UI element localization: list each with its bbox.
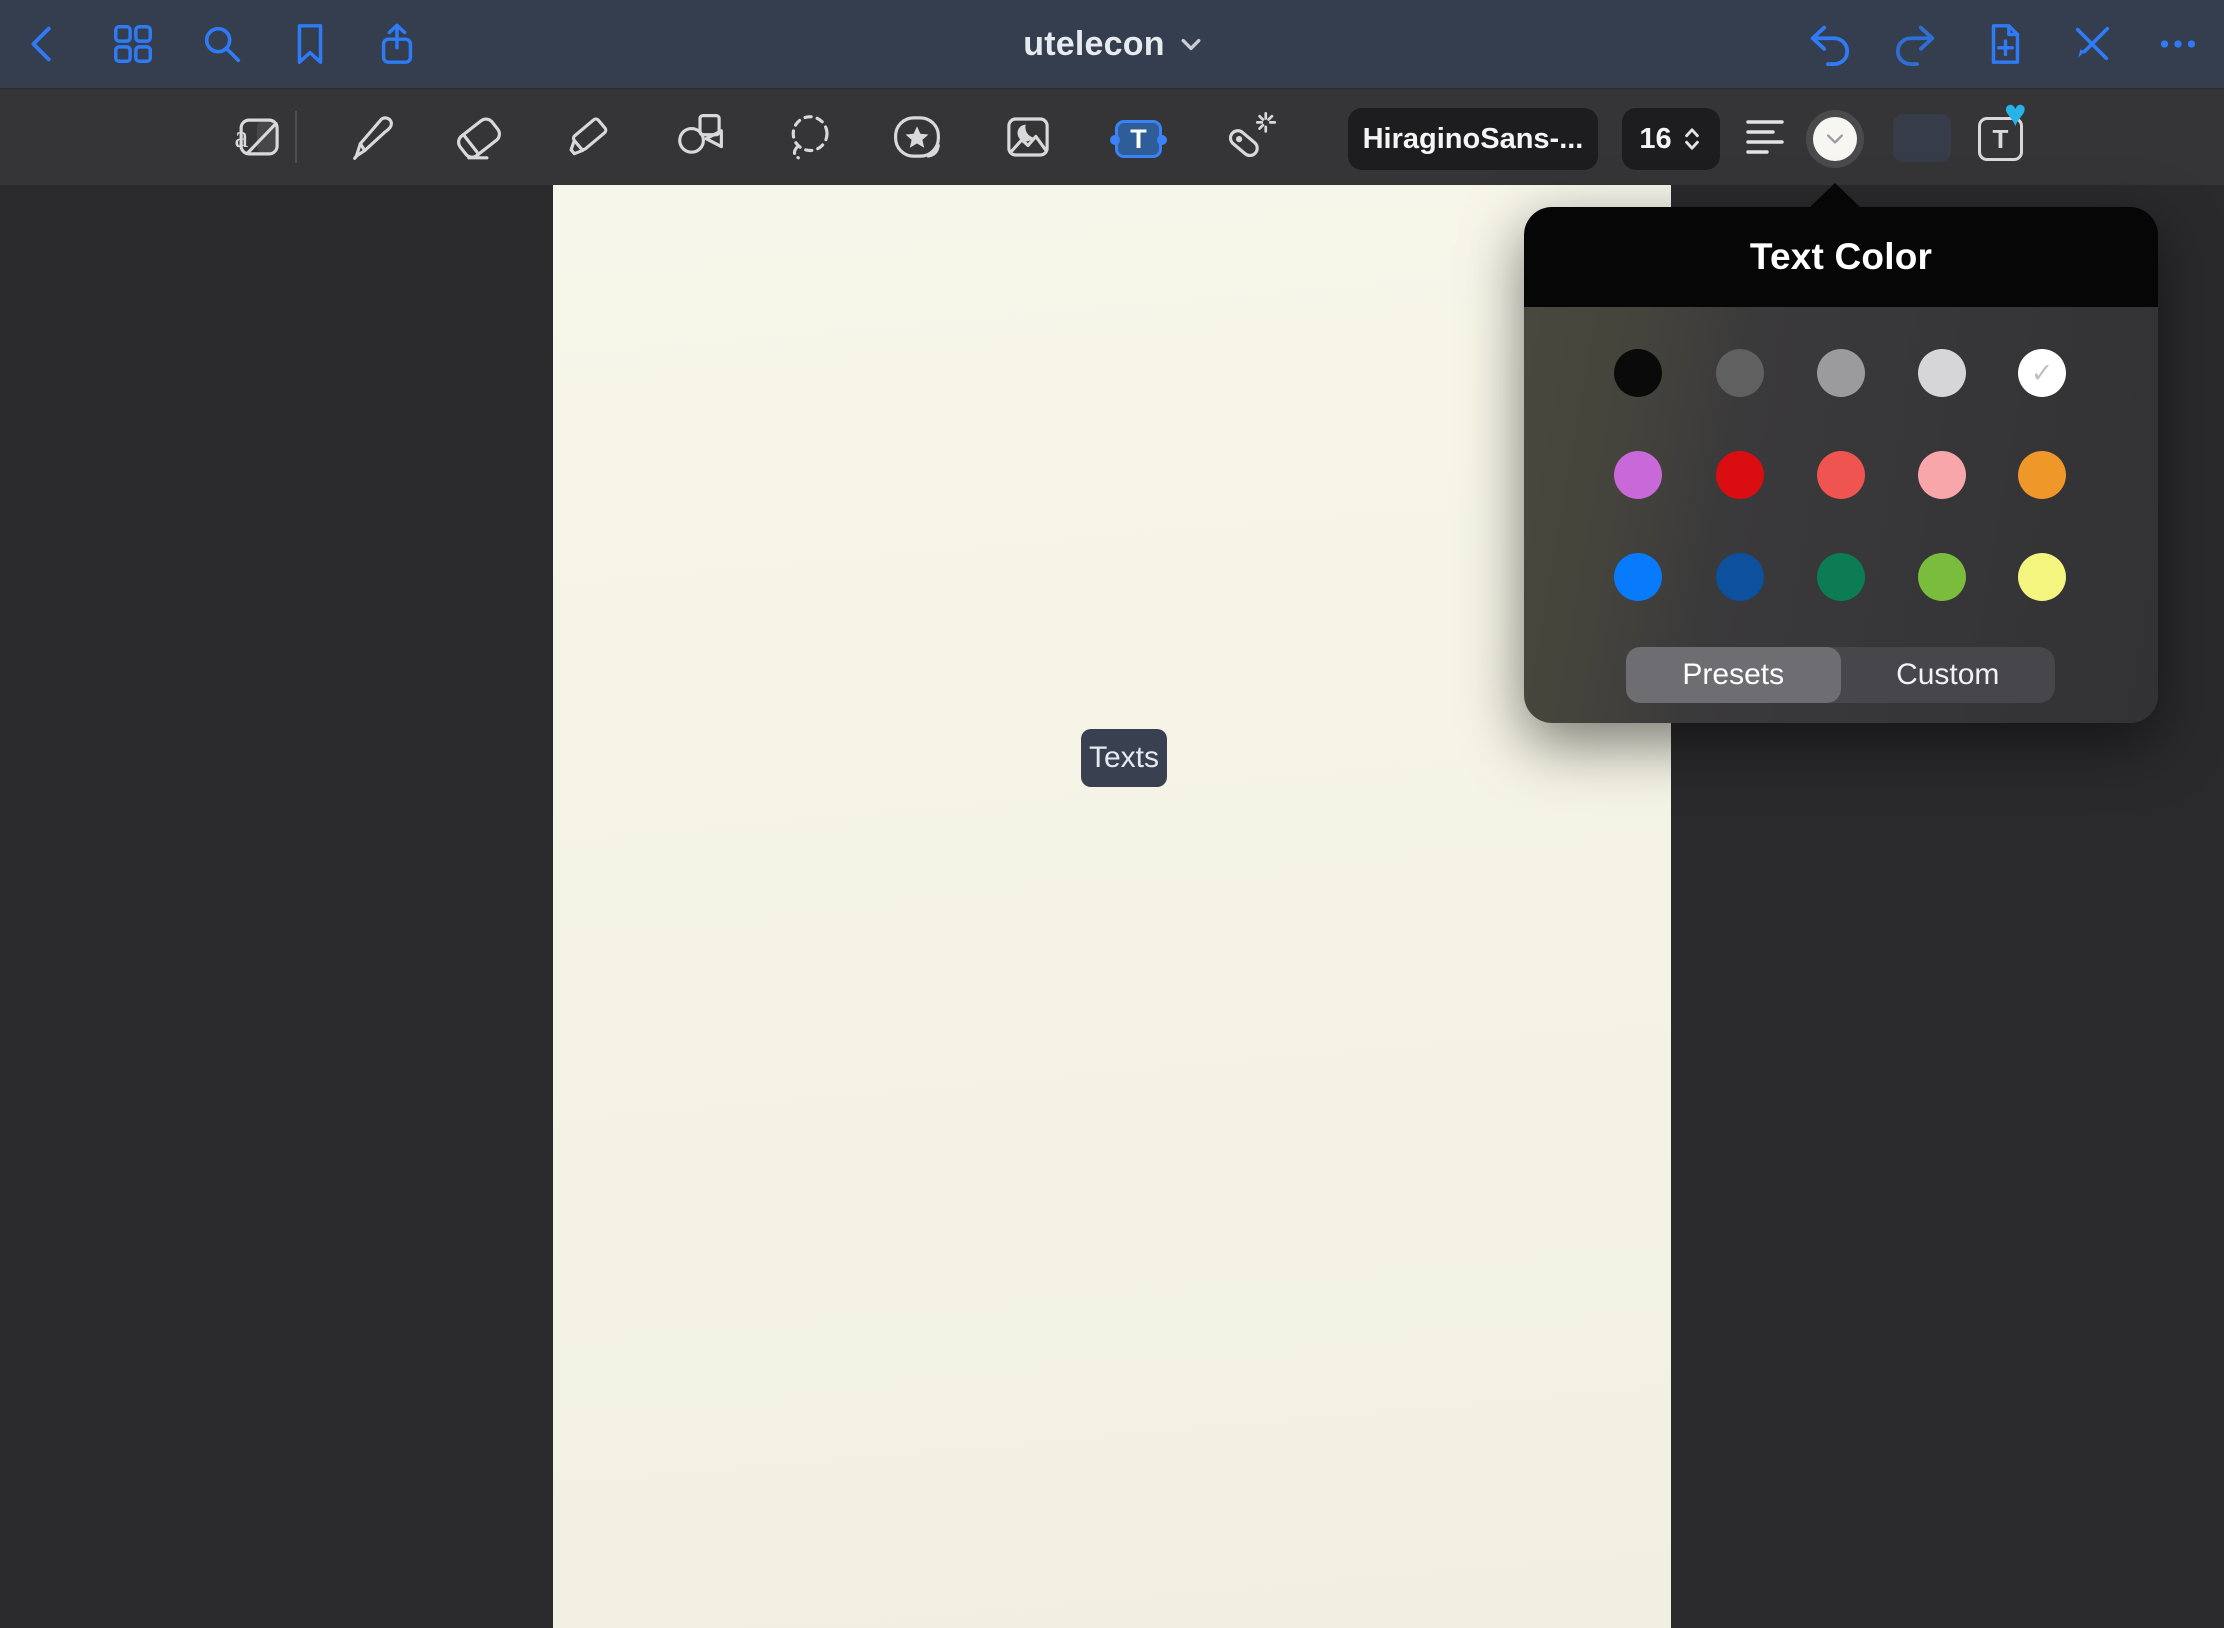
back-chevron-icon	[20, 21, 66, 67]
thumbnails-grid-icon	[110, 21, 156, 67]
inactive-style-slot	[1893, 114, 1951, 162]
eraser-icon	[452, 110, 506, 164]
stickers-icon	[890, 110, 944, 164]
text-tool-right-handle[interactable]	[1157, 135, 1167, 145]
color-swatch[interactable]	[1918, 451, 1966, 499]
laser-pointer-tool-button[interactable]	[1218, 89, 1282, 185]
text-tool-label: T	[1130, 124, 1147, 155]
color-swatch[interactable]	[1918, 349, 1966, 397]
font-size-stepper[interactable]: 16	[1622, 108, 1720, 170]
color-swatch[interactable]	[1918, 553, 1966, 601]
view-mode-button[interactable]: a	[226, 89, 290, 185]
share-icon	[374, 21, 420, 67]
popover-body: ✓ Presets Custom	[1524, 307, 2158, 723]
color-chevron-down-icon	[1827, 134, 1843, 144]
popover-title: Text Color	[1750, 236, 1932, 278]
pen-icon	[344, 110, 398, 164]
text-color-button[interactable]	[1806, 110, 1864, 168]
search-icon	[199, 21, 245, 67]
segment-presets[interactable]: Presets	[1626, 647, 1841, 703]
eraser-tool-button[interactable]	[447, 89, 511, 185]
more-options-button[interactable]	[2146, 0, 2210, 88]
lasso-icon	[782, 110, 836, 164]
undo-icon	[1805, 21, 1851, 67]
favorite-text-style-button[interactable]: T ♥	[1966, 103, 2052, 175]
color-swatch[interactable]	[1817, 553, 1865, 601]
add-page-button[interactable]	[1973, 0, 2037, 88]
bookmark-button[interactable]	[278, 0, 342, 88]
top-navbar: utelecon	[0, 0, 2224, 88]
title-chevron-down-icon	[1181, 38, 1201, 51]
color-swatch[interactable]	[1716, 349, 1764, 397]
selected-check-icon: ✓	[2031, 358, 2054, 389]
popover-arrow	[1809, 183, 1861, 208]
segment-custom[interactable]: Custom	[1841, 647, 2056, 703]
text-tool-button-active[interactable]: T	[1115, 120, 1162, 158]
redo-icon	[1894, 21, 1940, 67]
ellipsis-icon	[2155, 21, 2201, 67]
bookmark-icon	[287, 21, 333, 67]
presets-custom-segmented-control: Presets Custom	[1626, 647, 2055, 703]
stylus-cross-icon	[2069, 21, 2115, 67]
heart-badge-icon: ♥	[2004, 95, 2027, 133]
color-swatch[interactable]	[1614, 451, 1662, 499]
redo-button[interactable]	[1885, 0, 1949, 88]
document-title[interactable]: utelecon	[962, 0, 1262, 88]
page-canvas[interactable]: Texts	[553, 185, 1671, 1628]
toolbar-divider	[295, 111, 297, 163]
undo-button[interactable]	[1796, 0, 1860, 88]
color-swatch[interactable]	[2018, 553, 2066, 601]
highlighter-icon	[562, 110, 616, 164]
search-button[interactable]	[190, 0, 254, 88]
popover-header: Text Color	[1524, 207, 2158, 307]
lasso-tool-button[interactable]	[777, 89, 841, 185]
document-title-label: utelecon	[1023, 25, 1164, 64]
thumbnails-button[interactable]	[101, 0, 165, 88]
color-swatch[interactable]	[1817, 349, 1865, 397]
stepper-chevrons-icon	[1681, 126, 1703, 152]
highlighter-tool-button[interactable]	[557, 89, 621, 185]
edit-toolbar: a T HiraginoSan	[0, 88, 2224, 185]
color-swatch[interactable]: ✓	[2018, 349, 2066, 397]
text-tool-left-handle[interactable]	[1110, 135, 1120, 145]
text-color-popover: Text Color ✓ Presets Custom	[1524, 207, 2158, 723]
color-swatch[interactable]	[1817, 451, 1865, 499]
shapes-icon	[673, 110, 727, 164]
pen-tool-button[interactable]	[339, 89, 403, 185]
align-left-icon	[1741, 113, 1789, 161]
current-color-swatch	[1813, 117, 1857, 161]
font-family-button[interactable]: HiraginoSans-...	[1348, 108, 1598, 170]
font-size-value: 16	[1639, 123, 1671, 156]
color-swatch[interactable]	[1716, 553, 1764, 601]
image-tool-button[interactable]	[996, 89, 1060, 185]
laser-pointer-icon	[1223, 110, 1277, 164]
app-root: utelecon a	[0, 0, 2224, 1628]
add-page-icon	[1982, 21, 2028, 67]
stylus-toggle-button[interactable]	[2060, 0, 2124, 88]
shapes-tool-button[interactable]	[668, 89, 732, 185]
color-swatch[interactable]	[2018, 451, 2066, 499]
image-icon	[1001, 110, 1055, 164]
color-swatch[interactable]	[1614, 553, 1662, 601]
view-mode-icon: a	[231, 110, 285, 164]
back-button[interactable]	[11, 0, 75, 88]
color-swatch[interactable]	[1716, 451, 1764, 499]
stickers-tool-button[interactable]	[885, 89, 949, 185]
svg-text:a: a	[234, 119, 248, 154]
color-swatch[interactable]	[1614, 349, 1662, 397]
text-object[interactable]: Texts	[1081, 729, 1167, 787]
text-align-button[interactable]	[1733, 89, 1797, 185]
share-button[interactable]	[365, 0, 429, 88]
